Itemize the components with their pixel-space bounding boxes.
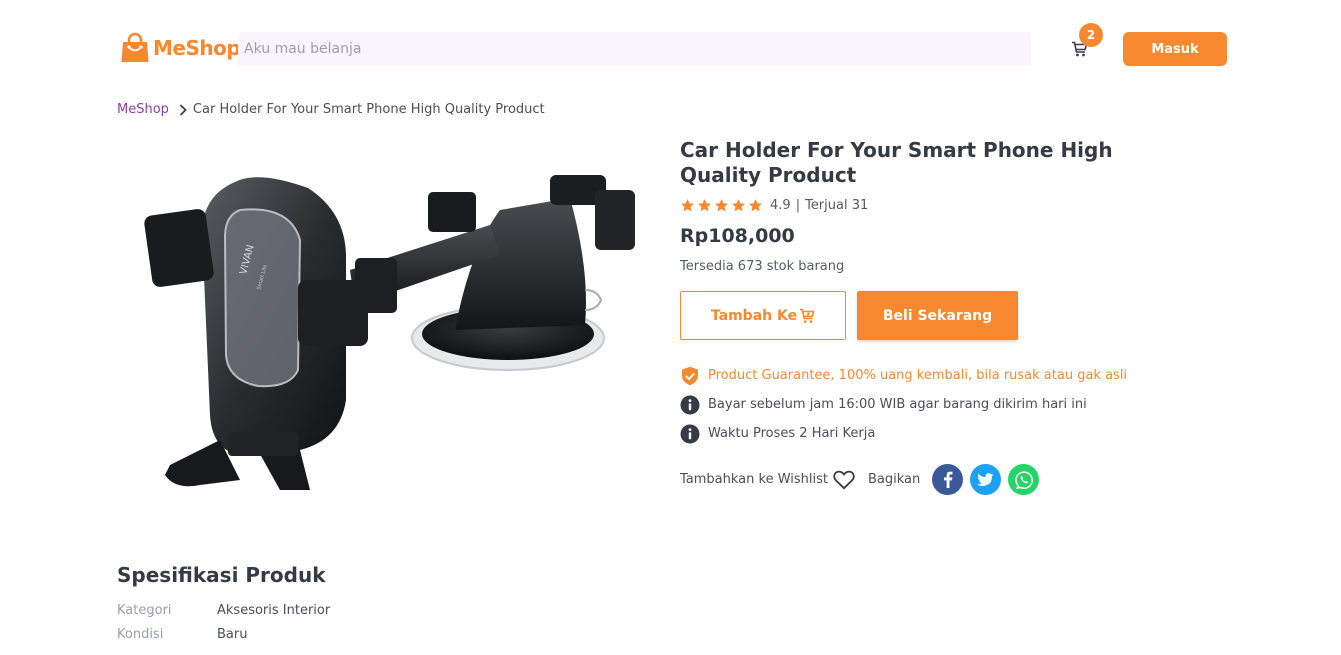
product-notes: Product Guarantee, 100% uang kembali, bi… <box>680 361 1240 448</box>
chevron-right-icon <box>179 103 187 116</box>
star-icon <box>681 199 694 212</box>
login-button[interactable]: Masuk <box>1123 32 1227 66</box>
specs-table: Kategori Aksesoris Interior Kondisi Baru <box>117 603 330 642</box>
star-icon <box>749 199 762 212</box>
guarantee-text: Product Guarantee, 100% uang kembali, bi… <box>708 368 1128 383</box>
rating-value: 4.9 <box>770 198 791 213</box>
cutoff-note: Bayar sebelum jam 16:00 WIB agar barang … <box>680 390 1240 419</box>
shield-check-icon <box>682 366 698 385</box>
product-price: Rp108,000 <box>680 225 795 247</box>
star-icon <box>732 199 745 212</box>
star-icon <box>698 199 711 212</box>
buy-now-button[interactable]: Beli Sekarang <box>857 291 1018 340</box>
product-image[interactable]: VIVAN Smart Life <box>140 150 650 525</box>
spec-value: Baru <box>217 627 248 642</box>
site-logo[interactable]: MeShop <box>120 32 241 64</box>
product-info: Car Holder For Your Smart Phone High Qua… <box>680 138 1240 495</box>
share-facebook-button[interactable] <box>932 464 964 495</box>
share-label: Bagikan <box>868 472 921 487</box>
share-whatsapp-button[interactable] <box>1008 464 1040 495</box>
search-input[interactable] <box>238 32 1031 66</box>
add-to-cart-button[interactable]: Tambah Ke <box>680 291 846 340</box>
info-icon <box>680 424 700 443</box>
heart-icon[interactable] <box>833 470 855 490</box>
rating-stars <box>680 198 763 213</box>
star-icon <box>715 199 728 212</box>
action-buttons: Tambah Ke Beli Sekarang <box>680 291 1240 340</box>
twitter-icon <box>977 472 994 486</box>
product-title: Car Holder For Your Smart Phone High Qua… <box>680 138 1113 187</box>
spec-key: Kategori <box>117 603 172 618</box>
info-icon <box>680 395 700 414</box>
guarantee-note: Product Guarantee, 100% uang kembali, bi… <box>680 361 1240 390</box>
facebook-icon <box>943 471 953 488</box>
specs-title: Spesifikasi Produk <box>117 563 326 587</box>
rating-row: 4.9 | Terjual 31 <box>680 198 1240 213</box>
add-to-cart-label: Tambah Ke <box>710 307 798 324</box>
stock-info: Tersedia 673 stok barang <box>680 259 845 274</box>
spec-key: Kondisi <box>117 627 164 642</box>
process-text: Waktu Proses 2 Hari Kerja <box>708 426 876 441</box>
spec-value: Aksesoris Interior <box>217 603 331 618</box>
cart-count-badge: 2 <box>1079 23 1103 47</box>
process-note: Waktu Proses 2 Hari Kerja <box>680 419 1240 448</box>
breadcrumb-current: Car Holder For Your Smart Phone High Qua… <box>192 102 545 117</box>
cart-plus-icon <box>800 308 815 323</box>
breadcrumb: MeShop Car Holder For Your Smart Phone H… <box>117 102 545 117</box>
rating-separator: | <box>795 198 801 213</box>
share-row: Tambahkan ke Wishlist Bagikan <box>680 464 1240 495</box>
phone-holder-illustration: VIVAN Smart Life <box>144 175 635 490</box>
wishlist-label: Tambahkan ke Wishlist <box>680 472 828 487</box>
sold-count: Terjual 31 <box>805 198 869 213</box>
site-header: MeShop 2 Masuk <box>0 0 1341 96</box>
spec-row: Kondisi Baru <box>117 627 330 642</box>
logo-text: MeShop <box>153 36 241 60</box>
cutoff-text: Bayar sebelum jam 16:00 WIB agar barang … <box>708 397 1087 412</box>
spec-row: Kategori Aksesoris Interior <box>117 603 330 618</box>
shopping-bag-icon <box>121 32 149 62</box>
breadcrumb-home-link[interactable]: MeShop <box>117 102 169 117</box>
share-twitter-button[interactable] <box>970 464 1002 495</box>
whatsapp-icon <box>1015 470 1033 489</box>
product-specs: Spesifikasi Produk Kategori Aksesoris In… <box>117 563 330 642</box>
